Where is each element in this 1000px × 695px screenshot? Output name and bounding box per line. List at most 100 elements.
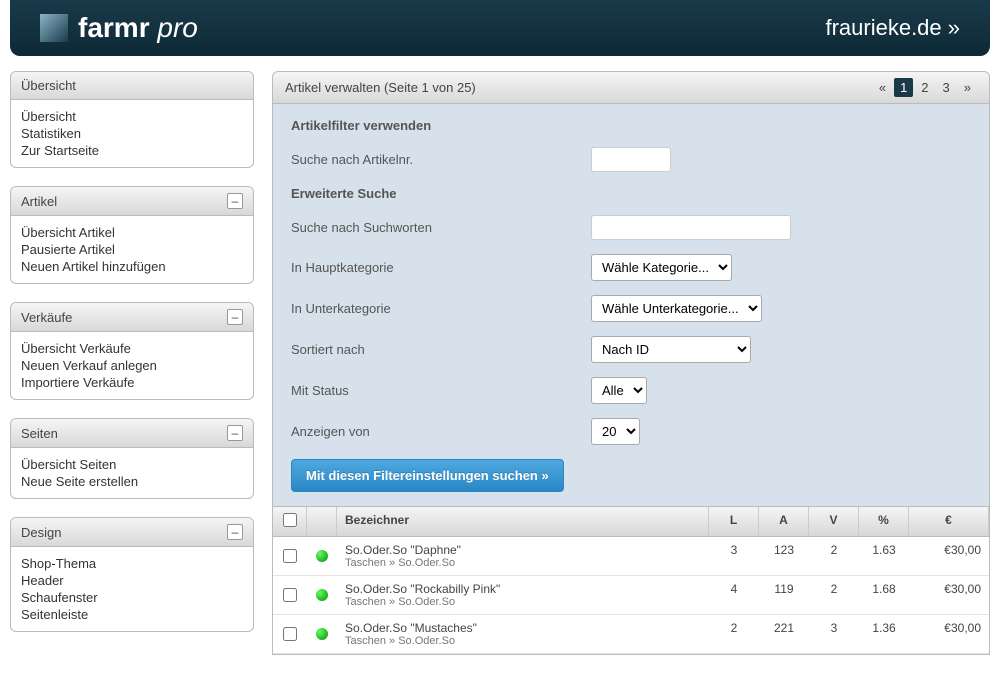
col-price[interactable]: €: [909, 507, 989, 536]
logo-main: farmr: [78, 12, 150, 43]
table-header: Bezeichner L A V % €: [273, 507, 989, 537]
sidebar-section-body: Übersicht SeitenNeue Seite erstellen: [11, 448, 253, 498]
page-2[interactable]: 2: [915, 78, 934, 97]
row-name[interactable]: So.Oder.So "Rockabilly Pink"Taschen » So…: [337, 576, 709, 614]
table-row: So.Oder.So "Mustaches"Taschen » So.Oder.…: [273, 615, 989, 654]
col-name[interactable]: Bezeichner: [337, 507, 709, 536]
row-check: [273, 615, 307, 653]
sidebar-item[interactable]: Neuen Verkauf anlegen: [21, 357, 243, 374]
col-v[interactable]: V: [809, 507, 859, 536]
sidebar-item[interactable]: Header: [21, 572, 243, 589]
keyword-input[interactable]: [591, 215, 791, 240]
sidebar-item[interactable]: Shop-Thema: [21, 555, 243, 572]
page-prev[interactable]: «: [873, 78, 892, 97]
table-row: So.Oder.So "Rockabilly Pink"Taschen » So…: [273, 576, 989, 615]
row-status: [307, 615, 337, 653]
sidebar-item[interactable]: Statistiken: [21, 125, 243, 142]
logo-icon: [40, 14, 68, 42]
row-name[interactable]: So.Oder.So "Daphne"Taschen » So.Oder.So: [337, 537, 709, 575]
sidebar-item[interactable]: Übersicht: [21, 108, 243, 125]
logo-text: farmr pro: [78, 12, 198, 44]
sidebar-section-header: Artikel–: [11, 187, 253, 216]
app-header: farmr pro fraurieke.de »: [10, 0, 990, 56]
row-l: 3: [709, 537, 759, 575]
row-check: [273, 576, 307, 614]
col-l[interactable]: L: [709, 507, 759, 536]
row-checkbox[interactable]: [283, 627, 297, 641]
sidebar-item[interactable]: Übersicht Artikel: [21, 224, 243, 241]
col-status: [307, 507, 337, 536]
sidebar-section: Artikel– Übersicht ArtikelPausierte Artik…: [10, 186, 254, 284]
logo: farmr pro: [40, 12, 198, 44]
advanced-title: Erweiterte Suche: [291, 186, 971, 201]
filter-title: Artikelfilter verwenden: [291, 118, 971, 133]
row-status: [307, 537, 337, 575]
sidebar-section-body: Shop-ThemaHeaderSchaufensterSeitenleiste: [11, 547, 253, 631]
article-nr-label: Suche nach Artikelnr.: [291, 152, 591, 167]
row-price: €30,00: [909, 576, 989, 614]
sidebar-section-title: Design: [21, 525, 61, 540]
row-name[interactable]: So.Oder.So "Mustaches"Taschen » So.Oder.…: [337, 615, 709, 653]
sub-cat-select[interactable]: Wähle Unterkategorie...: [591, 295, 762, 322]
collapse-button[interactable]: –: [227, 524, 243, 540]
article-nr-input[interactable]: [591, 147, 671, 172]
row-a: 123: [759, 537, 809, 575]
page-next[interactable]: »: [958, 78, 977, 97]
row-v: 2: [809, 576, 859, 614]
show-select[interactable]: 20: [591, 418, 640, 445]
row-checkbox[interactable]: [283, 588, 297, 602]
sidebar-item[interactable]: Neue Seite erstellen: [21, 473, 243, 490]
sidebar-item[interactable]: Pausierte Artikel: [21, 241, 243, 258]
row-check: [273, 537, 307, 575]
sidebar-section: Seiten – Übersicht SeitenNeue Seite erstel…: [10, 418, 254, 499]
row-pct: 1.36: [859, 615, 909, 653]
sidebar-item[interactable]: Neuen Artikel hinzufügen: [21, 258, 243, 275]
sidebar-item[interactable]: Seitenleiste: [21, 606, 243, 623]
select-all-checkbox[interactable]: [283, 513, 297, 527]
col-a[interactable]: A: [759, 507, 809, 536]
collapse-button[interactable]: –: [227, 193, 243, 209]
collapse-button[interactable]: –: [227, 309, 243, 325]
row-checkbox[interactable]: [283, 549, 297, 563]
sidebar-section-header: Design –: [11, 518, 253, 547]
row-pct: 1.68: [859, 576, 909, 614]
row-l: 2: [709, 615, 759, 653]
sidebar-item[interactable]: Übersicht Seiten: [21, 456, 243, 473]
sidebar-section: ÜbersichtÜbersichtStatistikenZur Startse…: [10, 71, 254, 168]
status-select[interactable]: Alle: [591, 377, 647, 404]
row-a: 221: [759, 615, 809, 653]
filter-panel: Artikelfilter verwenden Suche nach Artik…: [272, 104, 990, 507]
sidebar-section-header: Verkäufe–: [11, 303, 253, 332]
page-1[interactable]: 1: [894, 78, 913, 97]
row-v: 3: [809, 615, 859, 653]
page-3[interactable]: 3: [937, 78, 956, 97]
search-button[interactable]: Mit diesen Filtereinstellungen suchen »: [291, 459, 564, 492]
status-dot-icon: [316, 550, 328, 562]
sidebar-section-title: Übersicht: [21, 78, 76, 93]
sidebar-item[interactable]: Übersicht Verkäufe: [21, 340, 243, 357]
row-price: €30,00: [909, 537, 989, 575]
sort-select[interactable]: Nach ID: [591, 336, 751, 363]
col-check: [273, 507, 307, 536]
col-pct[interactable]: %: [859, 507, 909, 536]
main-cat-select[interactable]: Wähle Kategorie...: [591, 254, 732, 281]
page-title: Artikel verwalten (Seite 1 von 25): [285, 80, 476, 95]
status-dot-icon: [316, 589, 328, 601]
sub-cat-label: In Unterkategorie: [291, 301, 591, 316]
pagination: « 1 2 3 »: [873, 78, 977, 97]
row-l: 4: [709, 576, 759, 614]
logo-sub: pro: [157, 12, 197, 43]
sort-label: Sortiert nach: [291, 342, 591, 357]
collapse-button[interactable]: –: [227, 425, 243, 441]
sidebar-item[interactable]: Importiere Verkäufe: [21, 374, 243, 391]
row-pct: 1.63: [859, 537, 909, 575]
status-label: Mit Status: [291, 383, 591, 398]
page-header: Artikel verwalten (Seite 1 von 25) « 1 2…: [272, 71, 990, 104]
sidebar-item[interactable]: Zur Startseite: [21, 142, 243, 159]
sidebar-item[interactable]: Schaufenster: [21, 589, 243, 606]
sidebar-section-title: Seiten: [21, 426, 58, 441]
site-link[interactable]: fraurieke.de »: [825, 15, 960, 41]
table-row: So.Oder.So "Daphne"Taschen » So.Oder.So3…: [273, 537, 989, 576]
sidebar-section-body: ÜbersichtStatistikenZur Startseite: [11, 100, 253, 167]
main-cat-label: In Hauptkategorie: [291, 260, 591, 275]
